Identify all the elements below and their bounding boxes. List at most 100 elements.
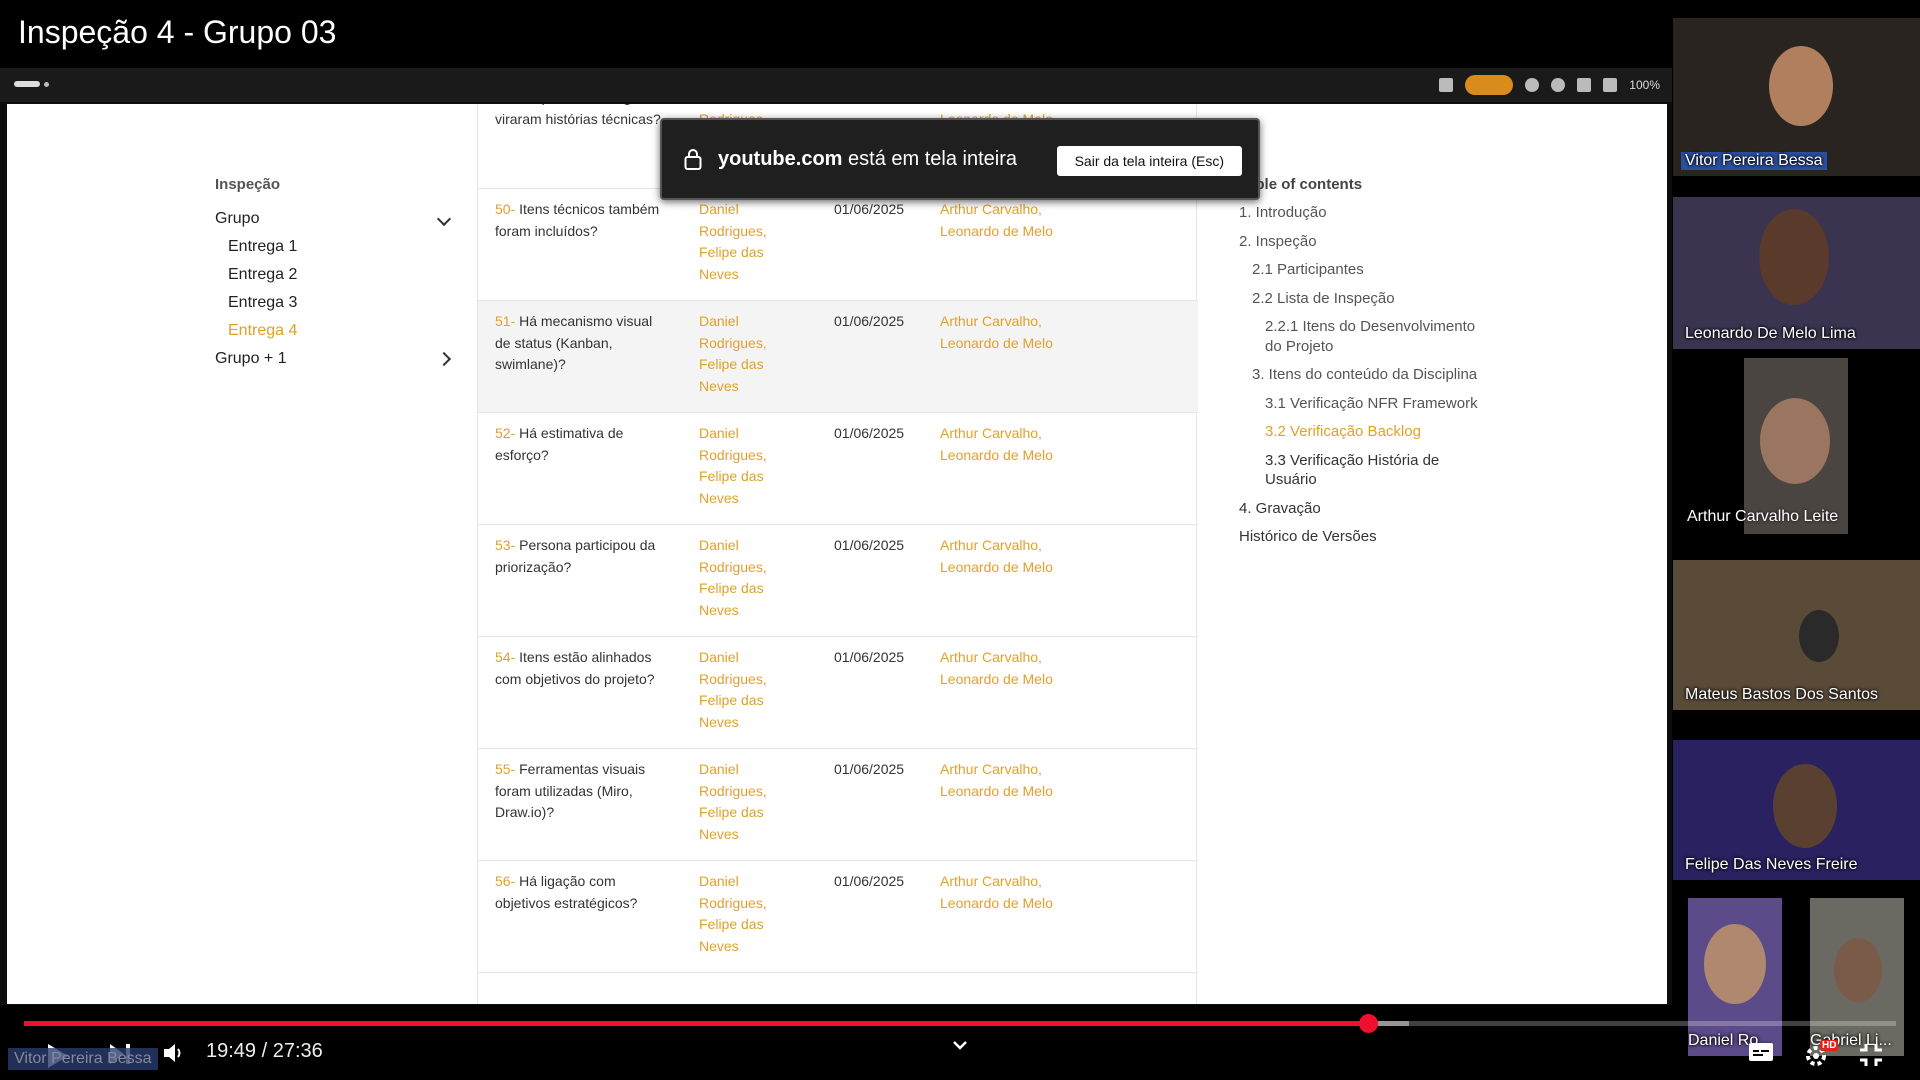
question-cell: 53- Persona participou da priorização? (495, 535, 670, 578)
fullscreen-notice: youtube.com está em tela inteira Sair da… (660, 118, 1260, 200)
toc-item[interactable]: 3. Itens do conteúdo da Disciplina (1239, 365, 1479, 385)
question-number: 54- (495, 649, 516, 665)
exit-fullscreen-button[interactable]: Sair da tela inteira (Esc) (1056, 146, 1242, 176)
toc-item[interactable]: 2.1 Participantes (1239, 260, 1479, 280)
toc-item[interactable]: 2. Inspeção (1239, 232, 1479, 252)
responsible-cell[interactable]: Daniel Rodrigues, Felipe das Neves (699, 199, 789, 285)
fullscreen-message: youtube.com está em tela inteira (718, 148, 1017, 171)
date-cell: 01/06/2025 (834, 313, 905, 329)
volume-icon[interactable] (162, 1042, 184, 1064)
participant-video (1799, 610, 1839, 662)
participant-tile: Vitor Pereira Bessa (1673, 18, 1920, 176)
table-row: 54- Itens estão alinhados com objetivos … (478, 637, 1198, 749)
workspace-indicator-icon (14, 81, 40, 87)
screen-share-indicator-icon (1465, 75, 1514, 95)
nav-item[interactable]: Grupo + 1 (215, 345, 455, 373)
nav-item[interactable]: Entrega 3 (215, 289, 455, 317)
responsible-cell[interactable]: Daniel Rodrigues, Felipe das Neves (699, 423, 789, 509)
microphone-icon (1525, 78, 1540, 92)
progress-played (24, 1021, 1369, 1026)
nav-item-label: Grupo (215, 210, 260, 227)
question-number: 55- (495, 761, 516, 777)
toc-title: Table of contents (1239, 176, 1363, 193)
nav-item[interactable]: Entrega 4 (215, 317, 455, 345)
toc-item[interactable]: 2.2.1 Itens do Desenvolvimento do Projet… (1239, 317, 1479, 356)
table-row: 50- Itens técnicos também foram incluído… (478, 189, 1198, 301)
settings-button[interactable]: HD (1804, 1040, 1839, 1070)
nav-item[interactable]: Grupo (215, 205, 455, 233)
participant-video (1704, 924, 1766, 1004)
question-number: 53- (495, 537, 516, 553)
question-number: 51- (495, 313, 516, 329)
question-text: Itens técnicos também foram incluídos? (495, 201, 660, 239)
battery-level: 100% (1629, 78, 1660, 92)
lock-icon (684, 149, 702, 170)
exit-fullscreen-icon[interactable] (1858, 1042, 1884, 1068)
reviewers-cell[interactable]: Arthur Carvalho, Leonardo de Melo (940, 199, 1090, 242)
responsible-cell[interactable]: Daniel Rodrigues, Felipe das Neves (699, 647, 789, 733)
fullscreen-domain: youtube.com (718, 148, 843, 170)
question-number: 56- (495, 873, 516, 889)
speaker-caption: Vitor Pereira Bessa (8, 1048, 158, 1070)
toc-item[interactable]: 3.1 Verificação NFR Framework (1239, 394, 1479, 414)
participant-name: Arthur Carvalho Leite (1687, 508, 1839, 525)
toc-item[interactable]: Histórico de Versões (1239, 527, 1479, 547)
reviewers-cell[interactable]: Arthur Carvalho, Leonardo de Melo (940, 535, 1090, 578)
nav-item-label: Entrega 4 (228, 322, 298, 339)
participant-tile: Gabriel Li... (1810, 898, 1904, 1056)
table-row: 51- Há mecanismo visual de status (Kanba… (478, 301, 1198, 413)
table-row: 56- Há ligação com objetivos estratégico… (478, 861, 1198, 973)
participant-tile: Daniel Ro... (1688, 898, 1782, 1056)
date-cell: 01/06/2025 (834, 649, 905, 665)
question-cell: 54- Itens estão alinhados com objetivos … (495, 647, 670, 690)
inspection-table: 49- Requisitos de negócio viraram histór… (477, 104, 1198, 1004)
nav-item-label: Entrega 3 (228, 294, 298, 311)
toc-item[interactable]: 3.3 Verificação História de Usuário (1239, 451, 1479, 490)
nav-item[interactable]: Entrega 2 (215, 261, 455, 289)
participant-video (1760, 398, 1830, 484)
time-separator: / (256, 1040, 273, 1062)
responsible-cell[interactable]: Daniel Rodrigues, Felipe das Neves (699, 871, 789, 957)
fullscreen-text: está em tela inteira (848, 148, 1017, 170)
question-cell: 50- Itens técnicos também foram incluído… (495, 199, 670, 242)
table-of-contents: Table of contents 1. Introdução 2. Inspeç… (1239, 176, 1479, 556)
date-cell: 01/06/2025 (834, 537, 905, 553)
question-cell: 49- Requisitos de negócio viraram histór… (495, 104, 670, 130)
participant-name: Mateus Bastos Dos Santos (1685, 686, 1878, 703)
toc-item[interactable]: 2.2 Lista de Inspeção (1239, 289, 1479, 309)
question-cell: 55- Ferramentas visuais foram utilizadas… (495, 759, 670, 824)
participant-video (1834, 938, 1882, 1002)
video-title: Inspeção 4 - Grupo 03 (18, 14, 337, 50)
participant-video (1759, 209, 1829, 305)
responsible-cell[interactable]: Daniel Rodrigues, Felipe das Neves (699, 535, 789, 621)
chevron-down-icon[interactable] (952, 1040, 968, 1052)
reviewers-cell[interactable]: Arthur Carvalho, Leonardo de Melo (940, 759, 1090, 802)
hd-badge: HD (1820, 1040, 1839, 1051)
nav-item[interactable]: Entrega 1 (215, 233, 455, 261)
responsible-cell[interactable]: Daniel Rodrigues, Felipe das Neves (699, 759, 789, 845)
question-cell: 56- Há ligação com objetivos estratégico… (495, 871, 670, 914)
reviewers-cell[interactable]: Arthur Carvalho, Leonardo de Melo (940, 871, 1090, 914)
shared-screen: 100% Inspeção Grupo Entrega 1 Entrega 2 Ent… (0, 68, 1672, 1005)
toc-item[interactable]: 1. Introdução (1239, 203, 1479, 223)
question-text: Ferramentas visuais foram utilizadas (Mi… (495, 761, 646, 820)
progress-bar[interactable] (24, 1014, 1896, 1033)
reviewers-cell[interactable]: Arthur Carvalho, Leonardo de Melo (940, 647, 1090, 690)
participant-tile: Felipe Das Neves Freire (1673, 740, 1920, 880)
chevron-down-icon[interactable] (436, 211, 452, 227)
teams-icon (1439, 78, 1454, 92)
responsible-cell[interactable]: Daniel Rodrigues, Felipe das Neves (699, 311, 789, 397)
question-number: 50- (495, 201, 516, 217)
left-navigation: Inspeção Grupo Entrega 1 Entrega 2 Entrega … (215, 176, 455, 373)
system-top-bar: 100% (0, 68, 1672, 102)
reviewers-cell[interactable]: Arthur Carvalho, Leonardo de Melo (940, 423, 1090, 466)
player-controls: 19:49 / 27:36 HD (0, 1036, 1920, 1080)
document-page: Inspeção Grupo Entrega 1 Entrega 2 Entrega … (7, 104, 1667, 1004)
question-text: Requisitos de negócio viraram histórias … (495, 104, 661, 127)
chevron-right-icon[interactable] (436, 351, 452, 367)
toc-item[interactable]: 3.2 Verificação Backlog (1239, 422, 1479, 442)
progress-scrubber[interactable] (1359, 1014, 1379, 1033)
subtitles-icon[interactable] (1748, 1042, 1774, 1062)
toc-item[interactable]: 4. Gravação (1239, 499, 1479, 519)
reviewers-cell[interactable]: Arthur Carvalho, Leonardo de Melo (940, 311, 1090, 354)
